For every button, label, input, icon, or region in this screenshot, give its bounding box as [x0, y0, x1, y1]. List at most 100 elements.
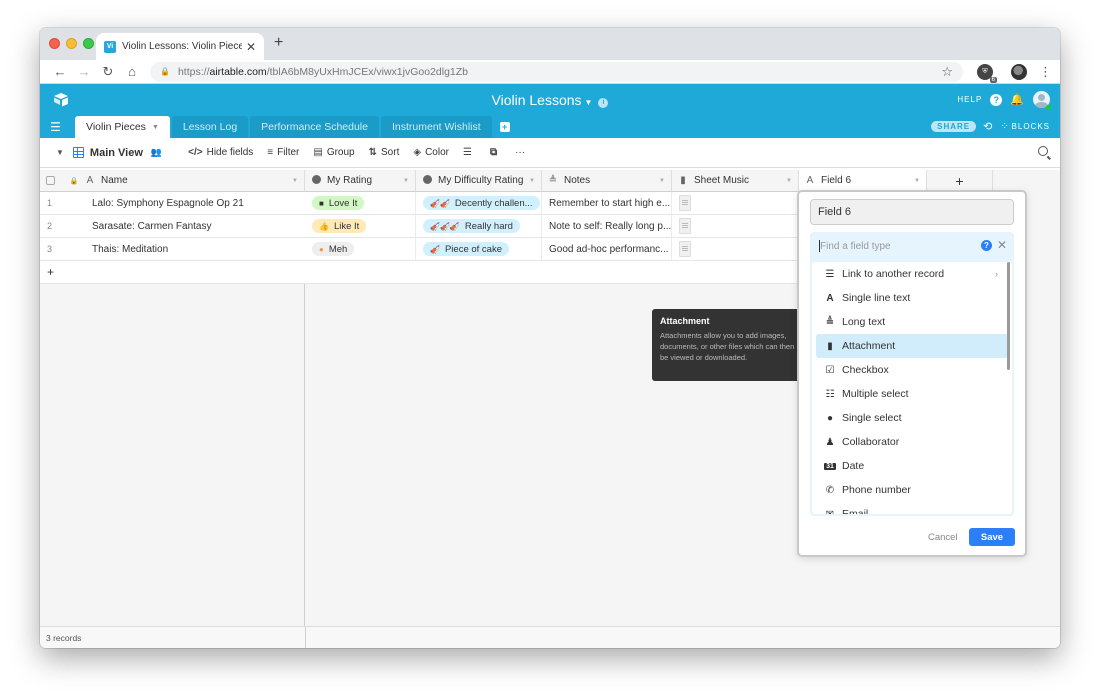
field-type-date[interactable]: 31 Date	[816, 454, 1008, 478]
sheet-music-cell[interactable]	[672, 192, 799, 214]
back-icon[interactable]: ←	[48, 64, 72, 79]
close-tab-icon[interactable]: ✕	[246, 40, 256, 54]
field-type-link-record[interactable]: ☰ Link to another record ›	[816, 262, 1008, 286]
difficulty-cell[interactable]: 🎻🎻🎻 Really hard	[416, 215, 542, 237]
attachment-thumbnail[interactable]	[679, 241, 691, 257]
collaborative-view-icon[interactable]: 👥	[151, 147, 162, 158]
view-switcher-caret-icon[interactable]: ▼	[56, 148, 64, 157]
field-type-multiple-select[interactable]: ☷ Multiple select	[816, 382, 1008, 406]
table-row[interactable]: ■ Love It 🎻🎻 Decently challen... Remember …	[305, 192, 799, 215]
field-type-collaborator[interactable]: ♟ Collaborator	[816, 430, 1008, 454]
field-type-list-scrollbar[interactable]	[1007, 262, 1010, 370]
rating-cell[interactable]: ■ Love It	[305, 192, 416, 214]
table-row[interactable]: 2 Sarasate: Carmen Fantasy	[40, 215, 305, 238]
column-header-difficulty[interactable]: My Difficulty Rating ▼	[416, 170, 542, 192]
column-menu-caret-icon[interactable]: ▼	[529, 178, 535, 184]
add-record-row[interactable]: +	[40, 261, 305, 284]
caret-down-icon[interactable]: ▼	[152, 124, 159, 131]
add-record-row-right[interactable]	[305, 261, 799, 284]
browser-menu-icon[interactable]: ⋮	[1039, 64, 1052, 80]
home-icon[interactable]: ⌂	[120, 64, 144, 79]
rating-cell[interactable]: ● Meh	[305, 238, 416, 260]
cancel-button[interactable]: Cancel	[928, 532, 958, 543]
sheet-music-cell[interactable]	[672, 238, 799, 260]
notifications-bell-icon[interactable]: 🔔	[1010, 93, 1025, 106]
notes-cell[interactable]: Good ad-hoc performanc...	[542, 238, 672, 260]
field-type-single-select[interactable]: ● Single select	[816, 406, 1008, 430]
column-header-notes[interactable]: ≜ Notes ▼	[542, 170, 672, 192]
notes-cell[interactable]: Note to self: Really long p...	[542, 215, 672, 237]
column-menu-caret-icon[interactable]: ▼	[403, 178, 409, 184]
more-options-button[interactable]: ···	[515, 147, 525, 158]
table-row[interactable]: ● Meh 🎻 Piece of cake Good ad-hoc performa…	[305, 238, 799, 261]
column-menu-caret-icon[interactable]: ▼	[914, 178, 920, 184]
rating-cell[interactable]: 👍 Like It	[305, 215, 416, 237]
notes-cell[interactable]: Remember to start high e...	[542, 192, 672, 214]
column-menu-caret-icon[interactable]: ▼	[292, 178, 298, 184]
close-window-button[interactable]	[49, 38, 60, 49]
group-button[interactable]: ▤ Group	[313, 147, 354, 158]
difficulty-cell[interactable]: 🎻 Piece of cake	[416, 238, 542, 260]
field-name-input[interactable]: Field 6	[810, 199, 1014, 225]
field-type-search-input[interactable]: Find a field type ? ✕	[810, 232, 1014, 260]
column-header-name[interactable]: 🔒 A Name ▼	[40, 170, 305, 192]
tab-instrument-wishlist[interactable]: Instrument Wishlist	[380, 116, 492, 138]
column-header-sheet-music[interactable]: ▮ Sheet Music ▼	[672, 170, 799, 192]
browser-profile-avatar[interactable]	[1011, 63, 1027, 80]
info-icon[interactable]: i	[598, 98, 609, 108]
help-icon[interactable]: ?	[990, 93, 1003, 106]
name-cell[interactable]: Lalo: Symphony Espagnole Op 21	[85, 192, 305, 214]
minimize-window-button[interactable]	[66, 38, 77, 49]
save-button[interactable]: Save	[969, 528, 1015, 546]
add-record-icon[interactable]: +	[40, 261, 85, 283]
table-row[interactable]: 3 Thais: Meditation	[40, 238, 305, 261]
field-type-long-text[interactable]: ≜ Long text	[816, 310, 1008, 334]
share-view-button[interactable]: ⧉	[490, 147, 501, 158]
hide-fields-button[interactable]: </> Hide fields	[188, 147, 253, 158]
add-table-icon[interactable]: +	[499, 122, 510, 132]
table-row[interactable]: 1 Lalo: Symphony Espagnole Op 21	[40, 192, 305, 215]
reload-icon[interactable]: ↻	[96, 64, 120, 80]
share-button[interactable]: SHARE	[931, 121, 977, 132]
maximize-window-button[interactable]	[83, 38, 94, 49]
sheet-music-cell[interactable]	[672, 215, 799, 237]
new-tab-button[interactable]: +	[274, 34, 283, 52]
field-type-attachment[interactable]: ▮ Attachment	[816, 334, 1008, 358]
browser-tab[interactable]: Vi Violin Lessons: Violin Pieces - ✕	[96, 33, 264, 60]
color-button[interactable]: ◈ Color	[413, 147, 449, 158]
select-all-checkbox[interactable]	[46, 176, 55, 185]
base-title[interactable]: Violin Lessons ▼ i	[40, 92, 1060, 108]
tab-performance-schedule[interactable]: Performance Schedule	[250, 116, 379, 138]
attachment-thumbnail[interactable]	[679, 195, 691, 211]
name-cell[interactable]: Sarasate: Carmen Fantasy	[85, 215, 305, 237]
field-type-phone-number[interactable]: ✆ Phone number	[816, 478, 1008, 502]
address-bar[interactable]: 🔒 https://airtable.com/tblA6bM8yUxHmJCEx…	[150, 61, 963, 82]
table-row[interactable]: 👍 Like It 🎻🎻🎻 Really hard Note to self: Re…	[305, 215, 799, 238]
add-field-button[interactable]: +	[927, 170, 993, 192]
help-label[interactable]: HELP	[957, 95, 982, 104]
help-icon[interactable]: ?	[981, 240, 992, 251]
column-menu-caret-icon[interactable]: ▼	[786, 178, 792, 184]
blocks-button[interactable]: ⁘ BLOCKS	[1000, 121, 1050, 132]
attachment-thumbnail[interactable]	[679, 218, 691, 234]
name-cell[interactable]: Thais: Meditation	[85, 238, 305, 260]
column-header-field-6[interactable]: A Field 6 ▼	[799, 170, 927, 192]
field-type-email[interactable]: ✉ Email	[816, 502, 1008, 514]
row-height-button[interactable]: ☰	[463, 147, 476, 158]
bookmark-star-icon[interactable]: ☆	[941, 64, 953, 80]
hamburger-menu-icon[interactable]: ☰	[50, 116, 75, 138]
view-name[interactable]: Main View	[90, 147, 143, 159]
field-type-single-line-text[interactable]: A Single line text	[816, 286, 1008, 310]
forward-icon[interactable]: →	[72, 64, 96, 79]
column-header-my-rating[interactable]: My Rating ▼	[305, 170, 416, 192]
sort-button[interactable]: ⇅ Sort	[369, 147, 400, 158]
tab-violin-pieces[interactable]: Violin Pieces ▼	[75, 116, 170, 138]
history-icon[interactable]: ⟲	[983, 120, 993, 133]
tab-lesson-log[interactable]: Lesson Log	[171, 116, 249, 138]
field-type-checkbox[interactable]: ☑ Checkbox	[816, 358, 1008, 382]
close-icon[interactable]: ✕	[997, 238, 1007, 252]
search-icon[interactable]	[1038, 146, 1048, 156]
extension-icon[interactable]: ⛨ 6	[977, 63, 997, 83]
filter-button[interactable]: ≡ Filter	[267, 147, 299, 158]
column-menu-caret-icon[interactable]: ▼	[659, 178, 665, 184]
